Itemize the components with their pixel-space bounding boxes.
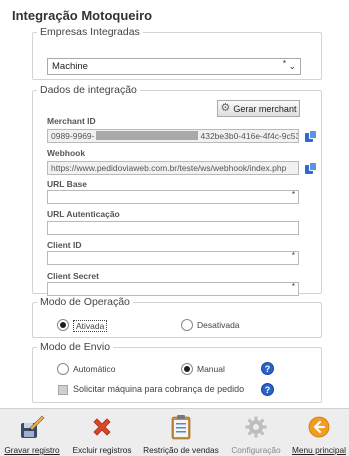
client-secret-field[interactable]: * bbox=[47, 282, 299, 296]
radio-ativada[interactable] bbox=[57, 319, 69, 331]
back-arrow-icon bbox=[307, 413, 331, 441]
empresas-integradas-group: Empresas Integradas Machine * ⌄ bbox=[32, 26, 322, 80]
solicitar-maquina-checkbox[interactable] bbox=[58, 385, 68, 395]
delete-x-icon bbox=[90, 413, 114, 441]
chevron-down-icon: ⌄ bbox=[288, 61, 296, 71]
url-base-label: URL Base bbox=[47, 179, 87, 189]
modo-operacao-legend: Modo de Operação bbox=[40, 296, 130, 308]
merchant-id-label: Merchant ID bbox=[47, 116, 96, 126]
radio-manual[interactable] bbox=[181, 363, 193, 375]
radio-automatico[interactable] bbox=[57, 363, 69, 375]
required-mark: * bbox=[282, 59, 286, 68]
merchant-id-prefix: 0989-9969- bbox=[51, 131, 95, 141]
required-mark: * bbox=[291, 190, 295, 199]
merchant-id-suffix: 432be3b0-416e-4f4c-9c53-1ca bbox=[200, 131, 299, 141]
menu-principal-button[interactable]: Menu principal bbox=[290, 409, 348, 456]
empresa-select-value: Machine bbox=[52, 61, 88, 72]
restricao-vendas-label: Restrição de vendas bbox=[143, 445, 219, 455]
radio-desativada[interactable] bbox=[181, 319, 193, 331]
dados-integracao-group: Dados de integração ⚙ Gerar merchant Mer… bbox=[32, 84, 322, 296]
gravar-registro-label: Gravar registro bbox=[4, 445, 60, 455]
excluir-registros-label: Excluir registros bbox=[72, 445, 132, 455]
copy-merchant-icon[interactable] bbox=[305, 130, 318, 142]
restricao-vendas-button[interactable]: Restrição de vendas bbox=[141, 409, 221, 456]
client-secret-label: Client Secret bbox=[47, 271, 99, 281]
required-mark: * bbox=[291, 251, 295, 260]
solicitar-maquina-label[interactable]: Solicitar máquina para cobrança de pedid… bbox=[73, 384, 244, 394]
merchant-id-redaction bbox=[96, 131, 199, 140]
empresas-integradas-legend: Empresas Integradas bbox=[40, 26, 140, 38]
help-envio-icon[interactable]: ? bbox=[261, 362, 274, 375]
url-autenticacao-field[interactable] bbox=[47, 221, 299, 235]
gravar-registro-button[interactable]: Gravar registro bbox=[2, 409, 62, 456]
client-id-label: Client ID bbox=[47, 240, 82, 250]
gerar-merchant-button[interactable]: ⚙ Gerar merchant bbox=[217, 100, 300, 117]
bottom-toolbar: Gravar registro Excluir registros Restri… bbox=[0, 408, 349, 456]
url-base-field[interactable]: * bbox=[47, 190, 299, 204]
radio-manual-label[interactable]: Manual bbox=[197, 364, 225, 374]
merchant-id-field[interactable]: 0989-9969- 432be3b0-416e-4f4c-9c53-1ca bbox=[47, 129, 299, 143]
required-mark: * bbox=[291, 282, 295, 291]
modo-envio-group: Modo de Envio Automático Manual ? Solici… bbox=[32, 341, 322, 403]
help-maquina-icon[interactable]: ? bbox=[261, 383, 274, 396]
radio-desativada-label[interactable]: Desativada bbox=[197, 320, 240, 330]
empresa-select[interactable]: Machine * ⌄ bbox=[47, 58, 301, 75]
modo-envio-legend: Modo de Envio bbox=[40, 341, 111, 353]
copy-webhook-icon[interactable] bbox=[305, 162, 318, 174]
radio-ativada-label[interactable]: Ativada bbox=[73, 320, 108, 332]
clipboard-list-icon bbox=[170, 413, 192, 441]
gear-icon bbox=[244, 413, 268, 441]
configuracao-label: Configuração bbox=[231, 445, 281, 455]
webhook-field[interactable]: https://www.pedidoviaweb.com.br/teste/ws… bbox=[47, 161, 299, 175]
client-id-field[interactable]: * bbox=[47, 251, 299, 265]
modo-operacao-group: Modo de Operação Ativada Desativada bbox=[32, 296, 322, 338]
radio-automatico-label[interactable]: Automático bbox=[73, 364, 116, 374]
url-autenticacao-label: URL Autenticação bbox=[47, 209, 120, 219]
excluir-registros-button[interactable]: Excluir registros bbox=[70, 409, 134, 456]
webhook-label: Webhook bbox=[47, 148, 86, 158]
page-title: Integração Motoqueiro bbox=[12, 8, 153, 23]
menu-principal-label: Menu principal bbox=[292, 445, 346, 455]
configuracao-button[interactable]: Configuração bbox=[228, 409, 284, 456]
dados-integracao-legend: Dados de integração bbox=[40, 84, 137, 96]
save-icon bbox=[18, 413, 46, 441]
gear-icon: ⚙ bbox=[220, 102, 231, 114]
gerar-merchant-label: Gerar merchant bbox=[233, 103, 297, 114]
